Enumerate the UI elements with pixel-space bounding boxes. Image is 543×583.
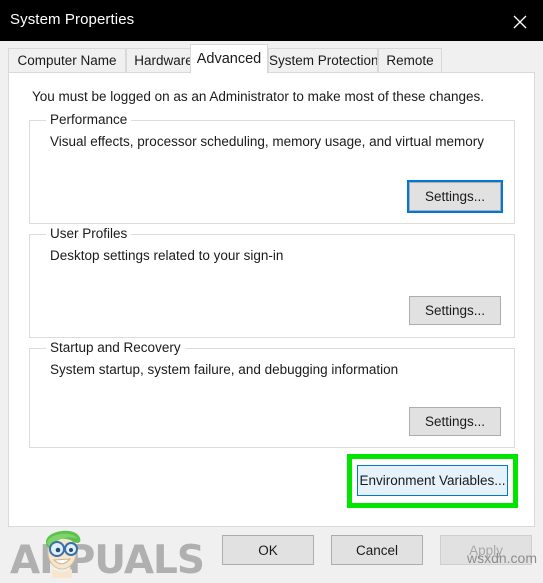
ok-button[interactable]: OK	[222, 535, 314, 565]
user-profiles-group-label: User Profiles	[46, 226, 132, 241]
startup-recovery-settings-button[interactable]: Settings...	[409, 407, 501, 436]
tab-label: Remote	[386, 53, 434, 68]
user-profiles-group: User Profiles Desktop settings related t…	[29, 226, 515, 338]
administrator-note: You must be logged on as an Administrato…	[32, 89, 485, 104]
performance-settings-button[interactable]: Settings...	[407, 180, 503, 213]
close-glyph	[513, 15, 527, 29]
cancel-button[interactable]: Cancel	[331, 535, 423, 565]
performance-group: Performance Visual effects, processor sc…	[29, 112, 515, 224]
tab-advanced[interactable]: Advanced	[190, 44, 268, 74]
tab-label: Computer Name	[17, 53, 117, 68]
tab-label: System Protection	[269, 53, 378, 68]
user-profiles-description: Desktop settings related to your sign-in	[50, 248, 284, 263]
apply-button[interactable]: Apply	[440, 535, 532, 565]
performance-group-label: Performance	[46, 112, 132, 127]
tab-strip: Computer Name Hardware Advanced System P…	[0, 41, 543, 74]
close-icon[interactable]	[497, 0, 543, 41]
startup-recovery-description: System startup, system failure, and debu…	[50, 362, 399, 377]
window-title: System Properties	[10, 11, 135, 28]
tab-system-protection[interactable]: System Protection	[268, 48, 378, 73]
tab-label: Advanced	[196, 51, 262, 67]
tab-label: Hardware	[134, 53, 193, 68]
dialog-footer: OK Cancel Apply	[0, 527, 543, 572]
title-bar: System Properties	[0, 0, 543, 41]
system-properties-dialog: System Properties Computer Name Hardware…	[0, 0, 543, 583]
startup-recovery-group: Startup and Recovery System startup, sys…	[29, 340, 515, 448]
tab-computer-name[interactable]: Computer Name	[8, 48, 126, 73]
performance-description: Visual effects, processor scheduling, me…	[50, 134, 484, 149]
tab-remote[interactable]: Remote	[378, 48, 442, 73]
startup-recovery-group-label: Startup and Recovery	[46, 340, 185, 355]
user-profiles-settings-button[interactable]: Settings...	[409, 296, 501, 325]
environment-variables-button[interactable]: Environment Variables...	[357, 465, 508, 496]
